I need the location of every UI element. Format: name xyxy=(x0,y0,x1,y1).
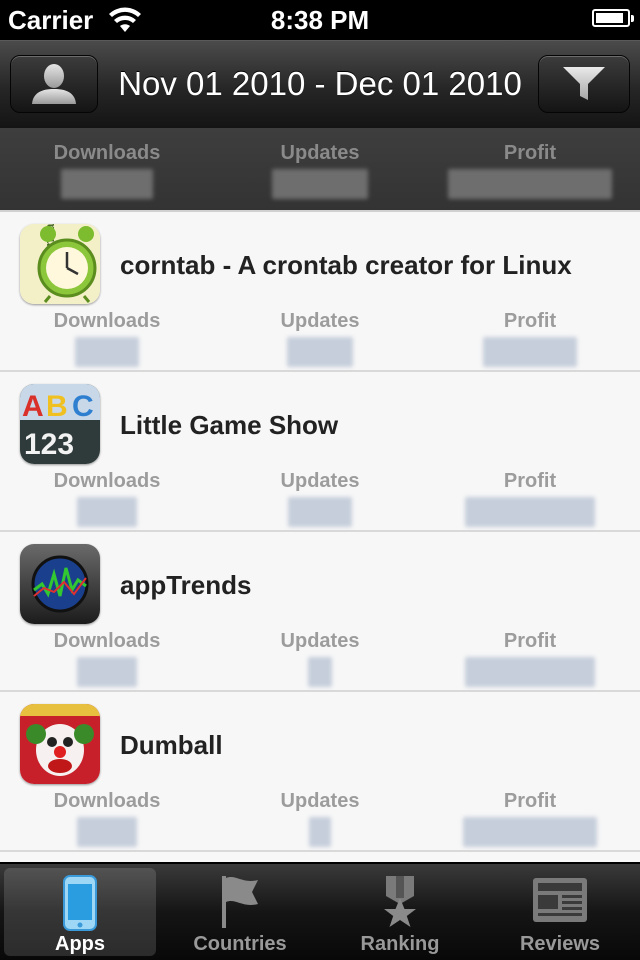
blurred-value xyxy=(463,817,597,847)
downloads-label: Downloads xyxy=(53,470,161,492)
app-row[interactable]: corntab corntab - A crontab creator for … xyxy=(0,212,640,372)
star-medal-icon xyxy=(384,876,416,927)
app-name: appTrends xyxy=(120,570,252,600)
app-updates: Updates xyxy=(220,470,420,527)
person-icon xyxy=(32,64,76,104)
flag-icon xyxy=(222,876,258,928)
blurred-value xyxy=(308,657,332,687)
blurred-value xyxy=(309,817,331,847)
updates-label: Updates xyxy=(280,470,360,492)
tab-label: Apps xyxy=(55,933,105,955)
profit-label: Profit xyxy=(503,310,557,332)
profit-label: Profit xyxy=(503,630,557,652)
app-downloads: Downloads xyxy=(7,310,207,367)
blurred-value xyxy=(483,337,577,367)
blurred-value xyxy=(77,497,137,527)
tab-bar: Apps Countries Ranking Reviews xyxy=(0,862,640,960)
downloads-label: Downloads xyxy=(53,142,161,164)
tab-countries[interactable]: Countries xyxy=(164,868,316,956)
summary-profit: Profit xyxy=(430,142,630,199)
battery-fill xyxy=(596,13,623,23)
svg-text:B: B xyxy=(46,390,68,423)
updates-label: Updates xyxy=(280,310,360,332)
filter-icon xyxy=(563,67,605,100)
tab-label: Countries xyxy=(193,933,287,955)
alarm-clock-icon: corntab xyxy=(20,224,100,304)
app-profit: Profit xyxy=(430,630,630,687)
downloads-label: Downloads xyxy=(53,790,161,812)
battery-icon xyxy=(592,9,634,27)
app-list: corntab corntab - A crontab creator for … xyxy=(0,212,640,852)
updates-label: Updates xyxy=(280,790,360,812)
blurred-value xyxy=(77,657,137,687)
tab-label: Reviews xyxy=(519,933,601,955)
app-profit: Profit xyxy=(430,310,630,367)
app-profit: Profit xyxy=(430,790,630,847)
status-bar: Carrier 8:38 PM xyxy=(0,0,640,40)
blurred-value xyxy=(75,337,139,367)
clock-time: 8:38 PM xyxy=(270,5,370,35)
newspaper-icon xyxy=(533,878,587,922)
blurred-value xyxy=(77,817,137,847)
app-updates: Updates xyxy=(220,630,420,687)
profit-label: Profit xyxy=(503,470,557,492)
tab-ranking[interactable]: Ranking xyxy=(324,868,476,956)
svg-text:123: 123 xyxy=(24,428,74,461)
blurred-value xyxy=(465,497,595,527)
updates-label: Updates xyxy=(280,630,360,652)
account-button[interactable] xyxy=(10,55,98,113)
blurred-value xyxy=(272,169,368,199)
updates-label: Updates xyxy=(280,142,360,164)
abc-123-chalkboard-icon: A B C 123 xyxy=(20,384,100,464)
trend-graph-icon xyxy=(20,544,100,624)
app-row[interactable]: Dumball Downloads Updates Profit xyxy=(0,692,640,852)
app-updates: Updates xyxy=(220,790,420,847)
downloads-label: Downloads xyxy=(53,310,161,332)
summary-downloads: Downloads xyxy=(7,142,207,199)
app-downloads: Downloads xyxy=(7,630,207,687)
blurred-value xyxy=(287,337,353,367)
tab-reviews[interactable]: Reviews xyxy=(484,868,636,956)
app-name: corntab - A crontab creator for Linux xyxy=(120,250,572,280)
blurred-value xyxy=(465,657,595,687)
tab-label: Ranking xyxy=(360,933,440,955)
app-downloads: Downloads xyxy=(7,790,207,847)
summary-totals: Downloads Updates Profit xyxy=(0,128,640,212)
date-range-title: Nov 01 2010 - Dec 01 2010 xyxy=(118,65,522,102)
app-name: Dumball xyxy=(120,730,223,760)
app-updates: Updates xyxy=(220,310,420,367)
iphone-icon xyxy=(63,875,97,931)
profit-label: Profit xyxy=(503,142,557,164)
svg-text:A: A xyxy=(22,390,44,423)
blurred-value xyxy=(448,169,612,199)
blurred-value xyxy=(61,169,153,199)
clown-face-icon xyxy=(20,704,100,784)
app-row[interactable]: appTrends Downloads Updates Profit xyxy=(0,532,640,692)
nav-bar: Nov 01 2010 - Dec 01 2010 xyxy=(0,40,640,128)
blurred-value xyxy=(288,497,352,527)
summary-updates: Updates xyxy=(220,142,420,199)
svg-text:C: C xyxy=(72,390,94,423)
app-downloads: Downloads xyxy=(7,470,207,527)
app-profit: Profit xyxy=(430,470,630,527)
downloads-label: Downloads xyxy=(53,630,161,652)
filter-button[interactable] xyxy=(538,55,630,113)
profit-label: Profit xyxy=(503,790,557,812)
app-name: Little Game Show xyxy=(120,410,339,440)
app-row[interactable]: A B C 123 Little Game Show Downloads Upd… xyxy=(0,372,640,532)
tab-apps[interactable]: Apps xyxy=(4,868,156,956)
